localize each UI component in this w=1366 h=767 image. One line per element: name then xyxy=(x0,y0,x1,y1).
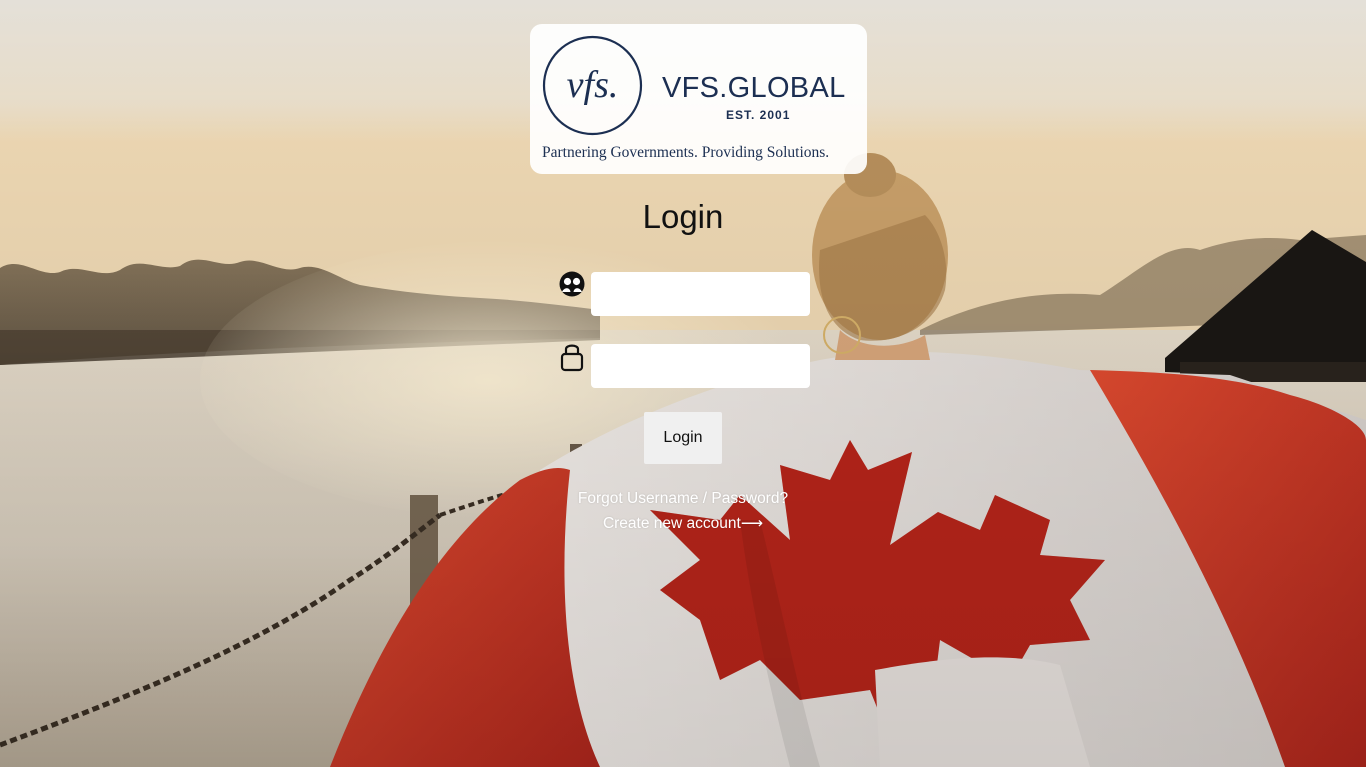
forgot-credentials-link[interactable]: Forgot Username / Password? xyxy=(483,490,883,508)
vfs-emblem-logo: vfs. xyxy=(542,35,643,136)
create-account-link[interactable]: Create new account⟶ xyxy=(483,514,883,533)
lock-icon xyxy=(560,344,584,372)
arrow-right-icon: ⟶ xyxy=(740,515,764,532)
user-icon xyxy=(559,271,585,297)
login-title: Login xyxy=(642,198,724,235)
brand-logo-card: vfs. VFS.GLOBAL EST. 2001 Partnering Gov… xyxy=(530,24,867,174)
password-input[interactable] xyxy=(591,344,810,388)
username-input[interactable] xyxy=(591,272,810,316)
brand-tagline: Partnering Governments. Providing Soluti… xyxy=(542,144,830,161)
create-account-label: Create new account xyxy=(602,515,741,532)
brand-wordmark: VFS.GLOBAL xyxy=(662,72,846,104)
login-button[interactable]: Login xyxy=(644,412,722,464)
brand-established: EST. 2001 xyxy=(726,108,791,122)
svg-text:vfs.: vfs. xyxy=(567,64,619,106)
